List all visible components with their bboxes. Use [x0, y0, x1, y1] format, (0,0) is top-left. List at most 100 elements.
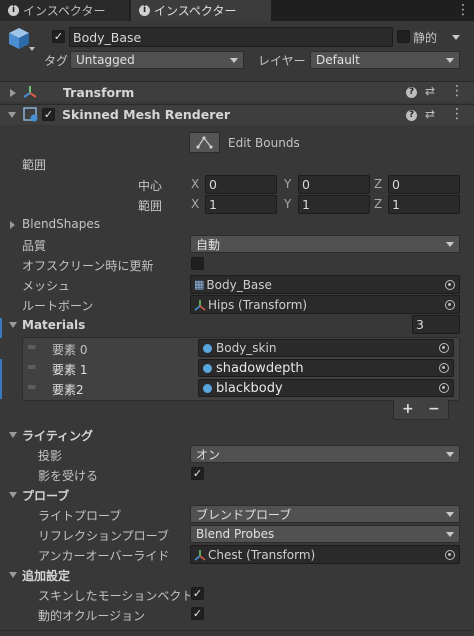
gameobject-cube-icon [9, 28, 29, 49]
materials-label: Materials [22, 318, 86, 332]
selection-indicator [0, 318, 2, 338]
add-element-button[interactable]: + [402, 401, 414, 417]
chevron-down-icon [446, 532, 454, 537]
axis-z-label: Z [374, 197, 383, 211]
help-icon[interactable]: ? [406, 110, 417, 121]
blendshapes-label[interactable]: BlendShapes [22, 217, 100, 231]
drag-handle-icon[interactable]: ═ [28, 380, 35, 394]
offscreen-checkbox[interactable] [191, 257, 204, 270]
tag-dropdown[interactable]: Untagged [70, 51, 244, 69]
chevron-down-icon [230, 58, 238, 63]
extent-y-field[interactable]: 1 [298, 195, 370, 214]
chevron-down-icon [446, 512, 454, 517]
static-checkbox[interactable] [397, 30, 410, 43]
list-item[interactable]: ═ 要素 0 Body_skin [22, 339, 458, 359]
list-item[interactable]: ═ 要素2 blackbody [22, 379, 458, 399]
extent-label: 範囲 [138, 199, 163, 213]
expand-arrow-icon[interactable] [10, 89, 16, 97]
center-x-field[interactable]: 0 [205, 175, 277, 194]
center-z-field[interactable]: 0 [388, 175, 460, 194]
active-checkbox[interactable]: ✓ [52, 30, 65, 43]
axis-x-label: X [191, 197, 200, 211]
object-name-field[interactable]: Body_Base [69, 27, 393, 47]
tab-inspector-1[interactable]: i インスペクター [0, 0, 129, 21]
material-1-field[interactable]: shadowdepth [198, 359, 454, 377]
blendshapes-expand-icon[interactable] [10, 221, 15, 229]
component-menu-icon[interactable]: ⋮ [450, 104, 464, 125]
extent-x-field[interactable]: 1 [205, 195, 277, 214]
anchor-override-label: アンカーオーバーライド [38, 549, 170, 563]
divider [0, 630, 474, 631]
drag-handle-icon[interactable]: ═ [28, 360, 35, 374]
materials-count-field[interactable]: 3 [412, 315, 460, 334]
presets-icon[interactable]: ⇄ [425, 107, 435, 121]
receive-shadows-checkbox[interactable]: ✓ [191, 467, 204, 480]
dynamic-occlusion-checkbox[interactable]: ✓ [191, 607, 204, 620]
center-label: 中心 [138, 179, 163, 193]
layer-dropdown[interactable]: Default [310, 51, 460, 69]
object-picker-icon[interactable] [439, 363, 449, 373]
mesh-field[interactable]: ▦ Body_Base [190, 275, 460, 294]
lighting-label: ライティング [22, 429, 94, 443]
axis-z-label: Z [374, 177, 383, 191]
chevron-down-icon [446, 452, 454, 457]
extent-z-field[interactable]: 1 [388, 195, 460, 214]
dynamic-occlusion-label: 動的オクルージョン [38, 609, 146, 623]
object-picker-icon[interactable] [439, 343, 449, 353]
additional-settings-label: 追加設定 [22, 569, 71, 583]
light-probes-label: ライトプローブ [38, 509, 122, 523]
static-label: 静的 [413, 31, 438, 45]
quality-dropdown[interactable]: 自動 [190, 235, 460, 253]
transform-axes-icon [23, 86, 37, 98]
edit-bounds-icon [196, 136, 213, 149]
reflection-probes-dropdown[interactable]: Blend Probes [190, 525, 460, 543]
motion-vectors-checkbox[interactable]: ✓ [191, 587, 204, 600]
materials-collapse-icon[interactable] [9, 322, 17, 328]
center-y-field[interactable]: 0 [298, 175, 370, 194]
light-probes-dropdown[interactable]: ブレンドプローブ [190, 505, 460, 523]
tag-label: タグ [44, 54, 69, 68]
receive-shadows-label: 影を受ける [38, 469, 99, 483]
material-icon [203, 343, 212, 353]
static-dropdown-icon[interactable] [452, 35, 460, 40]
material-icon [203, 383, 212, 393]
object-picker-icon[interactable] [445, 279, 455, 290]
lighting-collapse-icon[interactable] [9, 432, 17, 438]
object-picker-icon[interactable] [445, 549, 455, 560]
list-item[interactable]: ═ 要素 1 shadowdepth [22, 359, 458, 379]
axis-y-label: Y [284, 177, 292, 191]
component-menu-icon[interactable]: ⋮ [450, 81, 464, 102]
material-0-field[interactable]: Body_skin [198, 339, 454, 357]
edit-bounds-button[interactable] [189, 132, 220, 153]
material-2-field[interactable]: blackbody [198, 379, 454, 397]
remove-element-button[interactable]: − [428, 401, 440, 417]
object-picker-icon[interactable] [445, 299, 455, 310]
probes-label: プローブ [22, 489, 70, 503]
rootbone-field[interactable]: Hips (Transform) [190, 295, 460, 314]
smr-enabled-checkbox[interactable]: ✓ [42, 108, 55, 121]
tab-inspector-2[interactable]: i インスペクター [131, 0, 271, 21]
bounds-label: 範囲 [22, 158, 47, 172]
more-menu-icon[interactable]: ⋮ [456, 0, 470, 21]
help-icon[interactable]: ? [406, 87, 417, 98]
chevron-down-icon [446, 242, 454, 247]
quality-label: 品質 [22, 239, 47, 253]
collapse-arrow-icon[interactable] [8, 112, 16, 118]
motion-vectors-label: スキンしたモーションベクト [38, 589, 190, 603]
skinned-mesh-icon [23, 107, 38, 122]
cast-shadows-dropdown[interactable]: オン [190, 445, 460, 463]
anchor-override-field[interactable]: Chest (Transform) [190, 545, 460, 564]
drag-handle-icon[interactable]: ═ [28, 340, 35, 354]
transform-axes-icon [194, 549, 206, 561]
probes-collapse-icon[interactable] [9, 492, 17, 498]
chevron-down-icon [446, 58, 454, 63]
object-picker-icon[interactable] [439, 383, 449, 393]
presets-icon[interactable]: ⇄ [425, 84, 435, 98]
icon-dropdown-icon[interactable] [29, 47, 35, 51]
info-icon: i [8, 5, 19, 16]
selection-indicator [0, 359, 2, 399]
transform-axes-icon [194, 299, 206, 311]
transform-title: Transform [63, 85, 135, 100]
info-icon: i [139, 5, 150, 16]
additional-collapse-icon[interactable] [9, 572, 17, 578]
